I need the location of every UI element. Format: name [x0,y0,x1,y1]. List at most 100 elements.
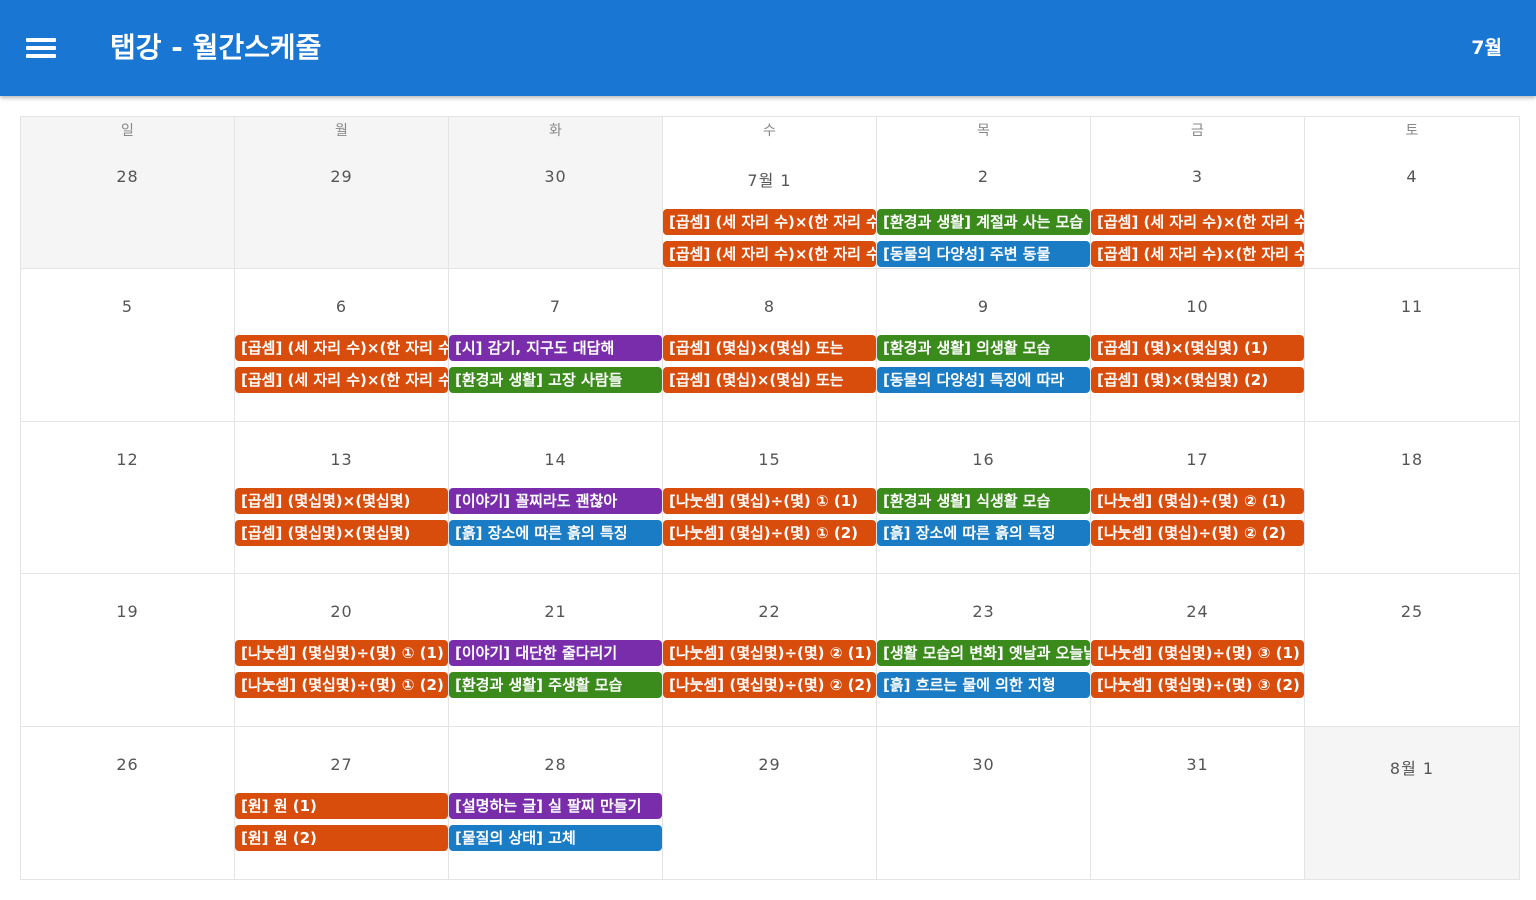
calendar-day-cell[interactable]: 17 [나눗셈] (몇십)÷(몇) ② (1) [나눗셈] (몇십)÷(몇) ② (… [1091,421,1305,574]
calendar-day-cell[interactable]: 22 [나눗셈] (몇십몇)÷(몇) ② (1) [나눗셈] (몇십몇)÷(몇) ②… [663,574,877,726]
event-chip[interactable]: [나눗셈] (몇십몇)÷(몇) ① (2) [235,672,448,699]
calendar-day-cell[interactable]: 28 [설명하는 글] 실 팔찌 만들기 [물질의 상태] 고체 [449,726,663,879]
calendar-day-cell[interactable]: 6 [곱셈] (세 자리 수)×(한 자리 수) [곱셈] (세 자리 수)×(한 … [235,269,449,421]
day-number[interactable]: 27 [235,755,448,774]
day-number[interactable]: 24 [1091,602,1304,621]
event-chip[interactable]: [이야기] 대단한 줄다리기 [449,640,662,667]
calendar-day-cell[interactable]: 13 [곱셈] (몇십몇)×(몇십몇) [곱셈] (몇십몇)×(몇십몇) [235,421,449,574]
calendar-day-cell[interactable]: 31 [1091,726,1305,879]
event-chip[interactable]: [흙] 장소에 따른 흙의 특징 [449,519,662,546]
calendar-day-cell[interactable]: 일 28 [21,117,235,269]
event-chip[interactable]: [나눗셈] (몇십)÷(몇) ② (1) [1091,487,1304,514]
event-chip[interactable]: [곱셈] (세 자리 수)×(한 자리 수) [1091,209,1304,235]
event-chip[interactable]: [동물의 다양성] 특징에 따라 [877,367,1090,394]
day-number[interactable]: 9 [877,297,1090,316]
calendar-day-cell[interactable]: 14 [이야기] 꼴찌라도 괜찮아 [흙] 장소에 따른 흙의 특징 [449,421,663,574]
event-chip[interactable]: [곱셈] (몇)×(몇십몇) (2) [1091,367,1304,394]
day-number[interactable]: 18 [1305,450,1519,469]
day-number[interactable]: 15 [663,450,876,469]
calendar-day-cell[interactable]: 12 [21,421,235,574]
event-chip[interactable]: [나눗셈] (몇십몇)÷(몇) ② (2) [663,672,876,699]
event-chip[interactable]: [나눗셈] (몇십몇)÷(몇) ③ (2) [1091,672,1304,699]
calendar-day-cell[interactable]: 25 [1305,574,1519,725]
event-chip[interactable]: [나눗셈] (몇십)÷(몇) ① (2) [663,519,876,546]
day-number[interactable]: 6 [235,297,448,316]
calendar-day-cell[interactable]: 8 [곱셈] (몇십)×(몇십) 또는 [곱셈] (몇십)×(몇십) 또는 [663,269,877,421]
event-chip[interactable]: [나눗셈] (몇십몇)÷(몇) ① (1) [235,640,448,667]
day-number[interactable]: 8 [663,297,876,316]
day-number[interactable]: 17 [1091,450,1304,469]
day-number[interactable]: 10 [1091,297,1304,316]
day-number[interactable]: 4 [1305,167,1519,186]
calendar-day-cell[interactable]: 토4 [1305,117,1519,268]
event-chip[interactable]: [흙] 흐르는 물에 의한 지형 [877,672,1090,699]
day-number[interactable]: 30 [449,167,662,186]
day-number[interactable]: 14 [449,450,662,469]
event-chip[interactable]: [곱셈] (몇십몇)×(몇십몇) [235,487,448,514]
event-chip[interactable]: [환경과 생활] 주생활 모습 [449,672,662,699]
day-number[interactable]: 20 [235,602,448,621]
day-number[interactable]: 7월 1 [663,167,876,191]
event-chip[interactable]: [물질의 상태] 고체 [449,824,662,851]
calendar-day-cell[interactable]: 화 30 [449,117,663,269]
day-number[interactable]: 2 [877,167,1090,186]
calendar-day-cell[interactable]: 10 [곱셈] (몇)×(몇십몇) (1) [곱셈] (몇)×(몇십몇) (2) [1091,269,1305,421]
event-chip[interactable]: [환경과 생활] 계절과 사는 모습 [877,209,1090,235]
calendar-day-cell[interactable]: 27 [원] 원 (1) [원] 원 (2) [235,726,449,879]
calendar-day-cell[interactable]: 29 [663,726,877,879]
calendar-day-cell[interactable]: 30 [877,726,1091,879]
event-chip[interactable]: [원] 원 (1) [235,792,448,819]
day-number[interactable]: 5 [21,297,234,316]
day-number[interactable]: 31 [1091,755,1304,774]
day-number[interactable]: 11 [1305,297,1519,316]
day-number[interactable]: 29 [235,167,448,186]
calendar-day-cell[interactable]: 월 29 [235,117,449,269]
event-chip[interactable]: [나눗셈] (몇십)÷(몇) ② (2) [1091,519,1304,546]
event-chip[interactable]: [원] 원 (2) [235,824,448,851]
event-chip[interactable]: [곱셈] (몇십)×(몇십) 또는 [663,367,876,394]
calendar-day-cell[interactable]: 21 [이야기] 대단한 줄다리기 [환경과 생활] 주생활 모습 [449,574,663,726]
calendar-day-cell[interactable]: 23 [생활 모습의 변화] 옛날과 오늘날 [흙] 흐르는 물에 의한 지형 [877,574,1091,726]
day-number[interactable]: 19 [21,602,234,621]
calendar-day-cell[interactable]: 5 [21,269,235,421]
calendar-day-cell[interactable]: 24 [나눗셈] (몇십몇)÷(몇) ③ (1) [나눗셈] (몇십몇)÷(몇) ③… [1091,574,1305,726]
calendar-day-cell[interactable]: 11 [1305,269,1519,420]
calendar-day-cell[interactable]: 9 [환경과 생활] 의생활 모습 [동물의 다양성] 특징에 따라 [877,269,1091,421]
event-chip[interactable]: [동물의 다양성] 주변 동물 [877,241,1090,267]
calendar-day-cell[interactable]: 20 [나눗셈] (몇십몇)÷(몇) ① (1) [나눗셈] (몇십몇)÷(몇) ①… [235,574,449,726]
calendar-day-cell[interactable]: 수 7월 1 [곱셈] (세 자리 수)×(한 자리 수) [곱셈] (세 자리 수)… [663,117,877,269]
event-chip[interactable]: [환경과 생활] 의생활 모습 [877,335,1090,362]
calendar-day-cell[interactable]: 19 [21,574,235,726]
calendar-day-cell[interactable]: 8월 1 [1305,726,1519,879]
calendar-day-cell[interactable]: 목 2 [환경과 생활] 계절과 사는 모습 [동물의 다양성] 주변 동물 [877,117,1091,269]
event-chip[interactable]: [흙] 장소에 따른 흙의 특징 [877,519,1090,546]
event-chip[interactable]: [나눗셈] (몇십몇)÷(몇) ② (1) [663,640,876,667]
event-chip[interactable]: [곱셈] (몇)×(몇십몇) (1) [1091,335,1304,362]
day-number[interactable]: 21 [449,602,662,621]
day-number[interactable]: 8월 1 [1305,755,1519,779]
event-chip[interactable]: [환경과 생활] 고장 사람들 [449,367,662,394]
day-number[interactable]: 29 [663,755,876,774]
event-chip[interactable]: [생활 모습의 변화] 옛날과 오늘날 [877,640,1090,667]
calendar-day-cell[interactable]: 16 [환경과 생활] 식생활 모습 [흙] 장소에 따른 흙의 특징 [877,421,1091,574]
event-chip[interactable]: [설명하는 글] 실 팔찌 만들기 [449,792,662,819]
day-number[interactable]: 28 [449,755,662,774]
day-number[interactable]: 7 [449,297,662,316]
day-number[interactable]: 16 [877,450,1090,469]
calendar-day-cell[interactable]: 금 3 [곱셈] (세 자리 수)×(한 자리 수) [곱셈] (세 자리 수)×(한… [1091,117,1305,269]
calendar-day-cell[interactable]: 18 [1305,422,1519,573]
event-chip[interactable]: [환경과 생활] 식생활 모습 [877,487,1090,514]
event-chip[interactable]: [곱셈] (세 자리 수)×(한 자리 수) [235,367,448,394]
day-number[interactable]: 28 [21,167,234,186]
event-chip[interactable]: [곱셈] (몇십)×(몇십) 또는 [663,335,876,362]
day-number[interactable]: 3 [1091,167,1304,186]
day-number[interactable]: 26 [21,755,234,774]
calendar-day-cell[interactable]: 15 [나눗셈] (몇십)÷(몇) ① (1) [나눗셈] (몇십)÷(몇) ① (… [663,421,877,574]
day-number[interactable]: 25 [1305,602,1519,621]
event-chip[interactable]: [곱셈] (세 자리 수)×(한 자리 수) [663,209,876,235]
event-chip[interactable]: [곱셈] (세 자리 수)×(한 자리 수) [235,335,448,362]
menu-icon[interactable] [24,36,60,60]
month-selector-button[interactable]: 7월 [1471,34,1502,62]
event-chip[interactable]: [곱셈] (세 자리 수)×(한 자리 수) [1091,241,1304,267]
day-number[interactable]: 13 [235,450,448,469]
